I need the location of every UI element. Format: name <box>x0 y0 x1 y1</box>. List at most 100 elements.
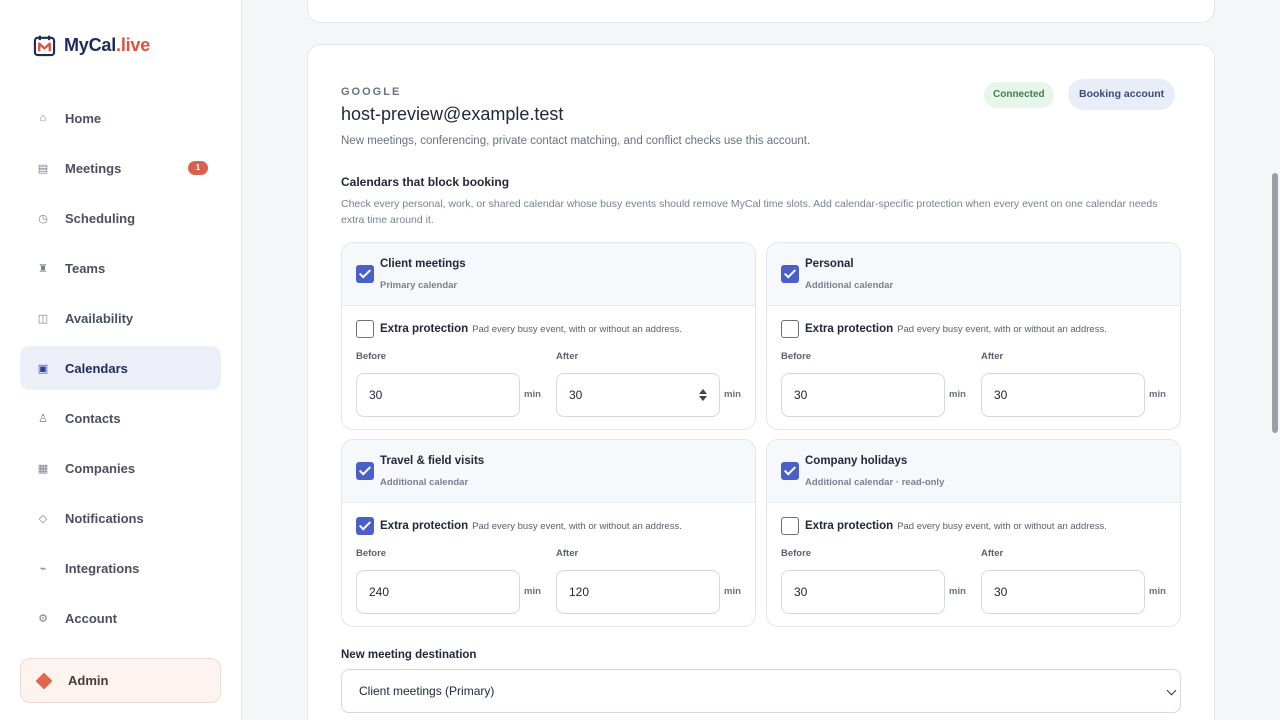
destination-label: New meeting destination <box>341 649 477 661</box>
after-label: After <box>556 548 579 559</box>
before-minutes-input[interactable]: 240 <box>356 570 520 614</box>
page-scrollbar[interactable] <box>1272 173 1278 433</box>
gear-icon: ⚙ <box>38 612 48 625</box>
sidebar-item-label: Contacts <box>65 410 121 426</box>
sidebar-item-account[interactable]: ⚙ Account <box>20 596 221 640</box>
sidebar-item-calendars[interactable]: ▣ Calendars <box>20 346 221 390</box>
calendar-checkbox[interactable] <box>356 265 374 283</box>
account-email: host-preview@example.test <box>341 104 564 124</box>
app-name: MyCal.live <box>64 34 151 55</box>
extra-protection-label: Extra protection Pad every busy event, wi… <box>380 323 682 335</box>
app-logo[interactable]: MyCal.live <box>33 33 150 57</box>
calendar-card-client-meetings: Client meetings Primary calendar Extra p… <box>341 242 756 430</box>
calendars-section-description: Check every personal, work, or shared ca… <box>341 198 1158 226</box>
admin-button[interactable]: Admin <box>20 658 221 703</box>
before-minutes-input[interactable]: 30 <box>781 373 945 417</box>
sidebar-item-notifications[interactable]: ◇ Notifications <box>20 496 221 540</box>
before-unit: min <box>949 586 966 597</box>
extra-protection-checkbox[interactable] <box>356 517 374 535</box>
calendar-checkbox[interactable] <box>781 462 799 480</box>
after-label: After <box>556 351 579 362</box>
calendar-checkbox[interactable] <box>356 462 374 480</box>
destination-select[interactable]: Client meetings (Primary) <box>341 669 1181 713</box>
extra-protection-checkbox[interactable] <box>781 517 799 535</box>
after-minutes-input[interactable]: 30 <box>981 570 1145 614</box>
chevron-down-icon <box>1166 685 1177 696</box>
after-minutes-input[interactable]: 30 <box>981 373 1145 417</box>
sidebar-item-label: Meetings <box>65 160 122 176</box>
calendar-card-header: Travel & field visits Additional calenda… <box>342 440 755 503</box>
availability-icon: ◫ <box>37 312 49 325</box>
sidebar-item-label: Calendars <box>65 360 128 376</box>
sidebar-item-availability[interactable]: ◫ Availability <box>20 296 221 340</box>
sidebar-item-meetings[interactable]: ▤ Meetings 1 <box>20 146 221 190</box>
sidebar-item-integrations[interactable]: ⌁ Integrations <box>20 546 221 590</box>
calendar-name: Company holidays <box>805 455 908 467</box>
destination-selected-value: Client meetings (Primary) <box>359 684 495 698</box>
account-description: New meetings, conferencing, private cont… <box>341 135 811 147</box>
sidebar-nav: ⌂ Home ▤ Meetings 1 ◷ Scheduling ♜ Teams… <box>20 96 221 646</box>
before-unit: min <box>524 586 541 597</box>
companies-icon: ▦ <box>37 462 49 475</box>
sidebar-item-label: Availability <box>65 310 134 326</box>
after-minutes-input[interactable]: 30 <box>556 373 720 417</box>
clock-icon: ◷ <box>38 212 48 225</box>
calendar-card-header: Personal Additional calendar <box>767 243 1180 306</box>
calendar-type: Additional calendar <box>380 477 469 488</box>
calendars-section-title: Calendars that block booking <box>341 175 510 189</box>
after-unit: min <box>1149 586 1166 597</box>
status-badge: Connected <box>984 82 1054 108</box>
teams-icon: ♜ <box>38 262 48 275</box>
before-label: Before <box>356 548 387 559</box>
meetings-icon: ▤ <box>37 162 49 175</box>
before-label: Before <box>781 548 812 559</box>
meetings-count-badge: 1 <box>188 161 208 175</box>
sidebar-item-label: Scheduling <box>65 210 136 226</box>
admin-label: Admin <box>68 673 109 688</box>
after-unit: min <box>724 389 741 400</box>
after-label: After <box>981 351 1004 362</box>
sidebar-item-label: Teams <box>65 260 106 276</box>
sidebar-item-label: Account <box>65 610 117 626</box>
calendar-card-header: Company holidays Additional calendar · r… <box>767 440 1180 503</box>
sidebar-item-home[interactable]: ⌂ Home <box>20 96 221 140</box>
extra-protection-label: Extra protection Pad every busy event, wi… <box>380 520 682 532</box>
calendar-logo-icon <box>33 34 56 56</box>
sidebar-item-contacts[interactable]: ♙ Contacts <box>20 396 221 440</box>
before-unit: min <box>524 389 541 400</box>
account-provider: GOOGLE <box>341 86 402 98</box>
after-minutes-input[interactable]: 120 <box>556 570 720 614</box>
extra-protection-checkbox[interactable] <box>781 320 799 338</box>
calendar-card-personal: Personal Additional calendar Extra prote… <box>766 242 1181 430</box>
home-icon: ⌂ <box>39 112 47 124</box>
sidebar-item-label: Integrations <box>65 560 140 576</box>
calendar-type: Primary calendar <box>380 280 458 291</box>
sidebar-item-label: Companies <box>65 460 136 476</box>
previous-account-card <box>307 0 1215 23</box>
before-label: Before <box>781 351 812 362</box>
before-label: Before <box>356 351 387 362</box>
sidebar-item-scheduling[interactable]: ◷ Scheduling <box>20 196 221 240</box>
calendar-checkbox[interactable] <box>781 265 799 283</box>
booking-account-badge[interactable]: Booking account <box>1068 79 1176 110</box>
number-spinner-icon[interactable] <box>699 387 707 403</box>
calendar-type: Additional calendar <box>805 280 894 291</box>
calendar-icon: ▣ <box>37 362 49 375</box>
before-minutes-input[interactable]: 30 <box>781 570 945 614</box>
sidebar-item-teams[interactable]: ♜ Teams <box>20 246 221 290</box>
calendar-name: Travel & field visits <box>380 455 485 467</box>
calendar-card-company-holidays: Company holidays Additional calendar · r… <box>766 439 1181 627</box>
contacts-icon: ♙ <box>38 412 48 425</box>
admin-diamond-icon <box>35 672 53 689</box>
calendar-card-travel-field-visits: Travel & field visits Additional calenda… <box>341 439 756 627</box>
after-unit: min <box>1149 389 1166 400</box>
extra-protection-checkbox[interactable] <box>356 320 374 338</box>
sidebar-item-label: Notifications <box>65 510 144 526</box>
sidebar-item-companies[interactable]: ▦ Companies <box>20 446 221 490</box>
after-unit: min <box>724 586 741 597</box>
calendar-name: Personal <box>805 258 854 270</box>
calendar-type: Additional calendar · read-only <box>805 477 945 488</box>
sidebar: MyCal.live ⌂ Home ▤ Meetings 1 ◷ Schedul… <box>0 0 242 720</box>
before-minutes-input[interactable]: 30 <box>356 373 520 417</box>
before-unit: min <box>949 389 966 400</box>
